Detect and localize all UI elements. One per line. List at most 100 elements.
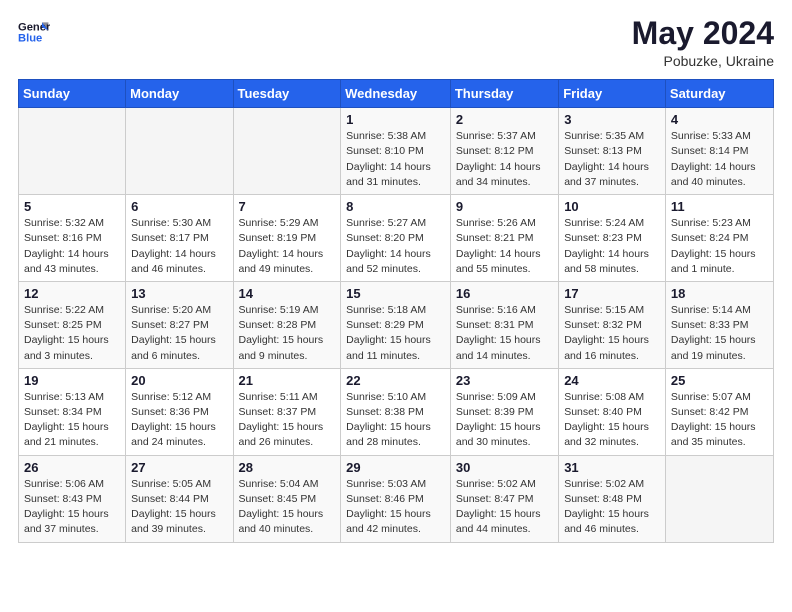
day-number: 27 bbox=[131, 460, 227, 475]
table-row: 12 Sunrise: 5:22 AM Sunset: 8:25 PM Dayli… bbox=[19, 281, 126, 368]
table-row: 22 Sunrise: 5:10 AM Sunset: 8:38 PM Dayli… bbox=[341, 368, 451, 455]
svg-text:Blue: Blue bbox=[18, 33, 42, 45]
col-wednesday: Wednesday bbox=[341, 80, 451, 108]
table-row: 6 Sunrise: 5:30 AM Sunset: 8:17 PM Daylig… bbox=[126, 195, 233, 282]
day-info: Sunrise: 5:10 AM Sunset: 8:38 PM Dayligh… bbox=[346, 390, 445, 451]
day-info: Sunrise: 5:13 AM Sunset: 8:34 PM Dayligh… bbox=[24, 390, 120, 451]
table-row: 30 Sunrise: 5:02 AM Sunset: 8:47 PM Dayli… bbox=[450, 455, 558, 542]
day-number: 5 bbox=[24, 199, 120, 214]
day-info: Sunrise: 5:15 AM Sunset: 8:32 PM Dayligh… bbox=[564, 303, 660, 364]
header: General Blue May 2024 Pobuzke, Ukraine bbox=[18, 16, 774, 69]
day-number: 18 bbox=[671, 286, 768, 301]
day-info: Sunrise: 5:33 AM Sunset: 8:14 PM Dayligh… bbox=[671, 129, 768, 190]
day-info: Sunrise: 5:38 AM Sunset: 8:10 PM Dayligh… bbox=[346, 129, 445, 190]
day-info: Sunrise: 5:02 AM Sunset: 8:47 PM Dayligh… bbox=[456, 477, 553, 538]
table-row: 5Sunrise: 5:32 AM Sunset: 8:16 PM Daylig… bbox=[19, 195, 126, 282]
day-number: 30 bbox=[456, 460, 553, 475]
day-info: Sunrise: 5:04 AM Sunset: 8:45 PM Dayligh… bbox=[239, 477, 336, 538]
col-thursday: Thursday bbox=[450, 80, 558, 108]
table-row: 14 Sunrise: 5:19 AM Sunset: 8:28 PM Dayli… bbox=[233, 281, 341, 368]
day-info: Sunrise: 5:02 AM Sunset: 8:48 PM Dayligh… bbox=[564, 477, 660, 538]
table-row: 1 Sunrise: 5:38 AM Sunset: 8:10 PM Daylig… bbox=[341, 108, 451, 195]
day-info: Sunrise: 5:23 AM Sunset: 8:24 PM Dayligh… bbox=[671, 216, 768, 277]
day-info: Sunrise: 5:16 AM Sunset: 8:31 PM Dayligh… bbox=[456, 303, 553, 364]
table-row: 2Sunrise: 5:37 AM Sunset: 8:12 PM Daylig… bbox=[450, 108, 558, 195]
day-info: Sunrise: 5:07 AM Sunset: 8:42 PM Dayligh… bbox=[671, 390, 768, 451]
title-block: May 2024 Pobuzke, Ukraine bbox=[632, 16, 774, 69]
day-info: Sunrise: 5:35 AM Sunset: 8:13 PM Dayligh… bbox=[564, 129, 660, 190]
day-number: 3 bbox=[564, 112, 660, 127]
day-info: Sunrise: 5:30 AM Sunset: 8:17 PM Dayligh… bbox=[131, 216, 227, 277]
day-info: Sunrise: 5:18 AM Sunset: 8:29 PM Dayligh… bbox=[346, 303, 445, 364]
day-number: 13 bbox=[131, 286, 227, 301]
day-number: 1 bbox=[346, 112, 445, 127]
day-info: Sunrise: 5:05 AM Sunset: 8:44 PM Dayligh… bbox=[131, 477, 227, 538]
table-row: 27 Sunrise: 5:05 AM Sunset: 8:44 PM Dayli… bbox=[126, 455, 233, 542]
day-info: Sunrise: 5:29 AM Sunset: 8:19 PM Dayligh… bbox=[239, 216, 336, 277]
day-number: 8 bbox=[346, 199, 445, 214]
table-row: 8Sunrise: 5:27 AM Sunset: 8:20 PM Daylig… bbox=[341, 195, 451, 282]
day-info: Sunrise: 5:14 AM Sunset: 8:33 PM Dayligh… bbox=[671, 303, 768, 364]
table-row: 26Sunrise: 5:06 AM Sunset: 8:43 PM Dayli… bbox=[19, 455, 126, 542]
table-row: 23 Sunrise: 5:09 AM Sunset: 8:39 PM Dayli… bbox=[450, 368, 558, 455]
table-row: 11 Sunrise: 5:23 AM Sunset: 8:24 PM Dayli… bbox=[665, 195, 773, 282]
col-sunday: Sunday bbox=[19, 80, 126, 108]
day-info: Sunrise: 5:11 AM Sunset: 8:37 PM Dayligh… bbox=[239, 390, 336, 451]
table-row: 21 Sunrise: 5:11 AM Sunset: 8:37 PM Dayli… bbox=[233, 368, 341, 455]
day-info: Sunrise: 5:24 AM Sunset: 8:23 PM Dayligh… bbox=[564, 216, 660, 277]
day-info: Sunrise: 5:06 AM Sunset: 8:43 PM Dayligh… bbox=[24, 477, 120, 538]
table-row: 13 Sunrise: 5:20 AM Sunset: 8:27 PM Dayli… bbox=[126, 281, 233, 368]
day-number: 23 bbox=[456, 373, 553, 388]
table-row: 29 Sunrise: 5:03 AM Sunset: 8:46 PM Dayli… bbox=[341, 455, 451, 542]
table-row bbox=[19, 108, 126, 195]
day-info: Sunrise: 5:19 AM Sunset: 8:28 PM Dayligh… bbox=[239, 303, 336, 364]
calendar: Sunday Monday Tuesday Wednesday Thursday… bbox=[18, 79, 774, 542]
day-info: Sunrise: 5:03 AM Sunset: 8:46 PM Dayligh… bbox=[346, 477, 445, 538]
month-year: May 2024 bbox=[632, 16, 774, 51]
day-info: Sunrise: 5:12 AM Sunset: 8:36 PM Dayligh… bbox=[131, 390, 227, 451]
day-info: Sunrise: 5:22 AM Sunset: 8:25 PM Dayligh… bbox=[24, 303, 120, 364]
day-number: 4 bbox=[671, 112, 768, 127]
col-tuesday: Tuesday bbox=[233, 80, 341, 108]
day-number: 15 bbox=[346, 286, 445, 301]
table-row: 7Sunrise: 5:29 AM Sunset: 8:19 PM Daylig… bbox=[233, 195, 341, 282]
day-number: 14 bbox=[239, 286, 336, 301]
page: General Blue May 2024 Pobuzke, Ukraine S… bbox=[0, 0, 792, 612]
day-number: 21 bbox=[239, 373, 336, 388]
logo-icon: General Blue bbox=[18, 16, 50, 48]
day-number: 11 bbox=[671, 199, 768, 214]
table-row: 17 Sunrise: 5:15 AM Sunset: 8:32 PM Dayli… bbox=[559, 281, 666, 368]
location: Pobuzke, Ukraine bbox=[632, 53, 774, 69]
table-row: 19 Sunrise: 5:13 AM Sunset: 8:34 PM Dayli… bbox=[19, 368, 126, 455]
table-row: 31Sunrise: 5:02 AM Sunset: 8:48 PM Dayli… bbox=[559, 455, 666, 542]
col-monday: Monday bbox=[126, 80, 233, 108]
day-number: 22 bbox=[346, 373, 445, 388]
table-row: 15 Sunrise: 5:18 AM Sunset: 8:29 PM Dayli… bbox=[341, 281, 451, 368]
day-number: 16 bbox=[456, 286, 553, 301]
table-row: 4 Sunrise: 5:33 AM Sunset: 8:14 PM Daylig… bbox=[665, 108, 773, 195]
day-number: 19 bbox=[24, 373, 120, 388]
table-row: 24Sunrise: 5:08 AM Sunset: 8:40 PM Dayli… bbox=[559, 368, 666, 455]
table-row: 20 Sunrise: 5:12 AM Sunset: 8:36 PM Dayli… bbox=[126, 368, 233, 455]
day-info: Sunrise: 5:20 AM Sunset: 8:27 PM Dayligh… bbox=[131, 303, 227, 364]
table-row: 3 Sunrise: 5:35 AM Sunset: 8:13 PM Daylig… bbox=[559, 108, 666, 195]
day-number: 28 bbox=[239, 460, 336, 475]
day-number: 10 bbox=[564, 199, 660, 214]
table-row: 10 Sunrise: 5:24 AM Sunset: 8:23 PM Dayli… bbox=[559, 195, 666, 282]
table-row bbox=[665, 455, 773, 542]
day-info: Sunrise: 5:26 AM Sunset: 8:21 PM Dayligh… bbox=[456, 216, 553, 277]
day-number: 6 bbox=[131, 199, 227, 214]
day-number: 20 bbox=[131, 373, 227, 388]
day-number: 9 bbox=[456, 199, 553, 214]
table-row: 18 Sunrise: 5:14 AM Sunset: 8:33 PM Dayli… bbox=[665, 281, 773, 368]
day-number: 17 bbox=[564, 286, 660, 301]
day-info: Sunrise: 5:37 AM Sunset: 8:12 PM Dayligh… bbox=[456, 129, 553, 190]
day-number: 29 bbox=[346, 460, 445, 475]
day-number: 24 bbox=[564, 373, 660, 388]
day-info: Sunrise: 5:09 AM Sunset: 8:39 PM Dayligh… bbox=[456, 390, 553, 451]
table-row: 28 Sunrise: 5:04 AM Sunset: 8:45 PM Dayli… bbox=[233, 455, 341, 542]
logo: General Blue bbox=[18, 16, 50, 48]
table-row: 16 Sunrise: 5:16 AM Sunset: 8:31 PM Dayli… bbox=[450, 281, 558, 368]
table-row bbox=[233, 108, 341, 195]
day-number: 12 bbox=[24, 286, 120, 301]
